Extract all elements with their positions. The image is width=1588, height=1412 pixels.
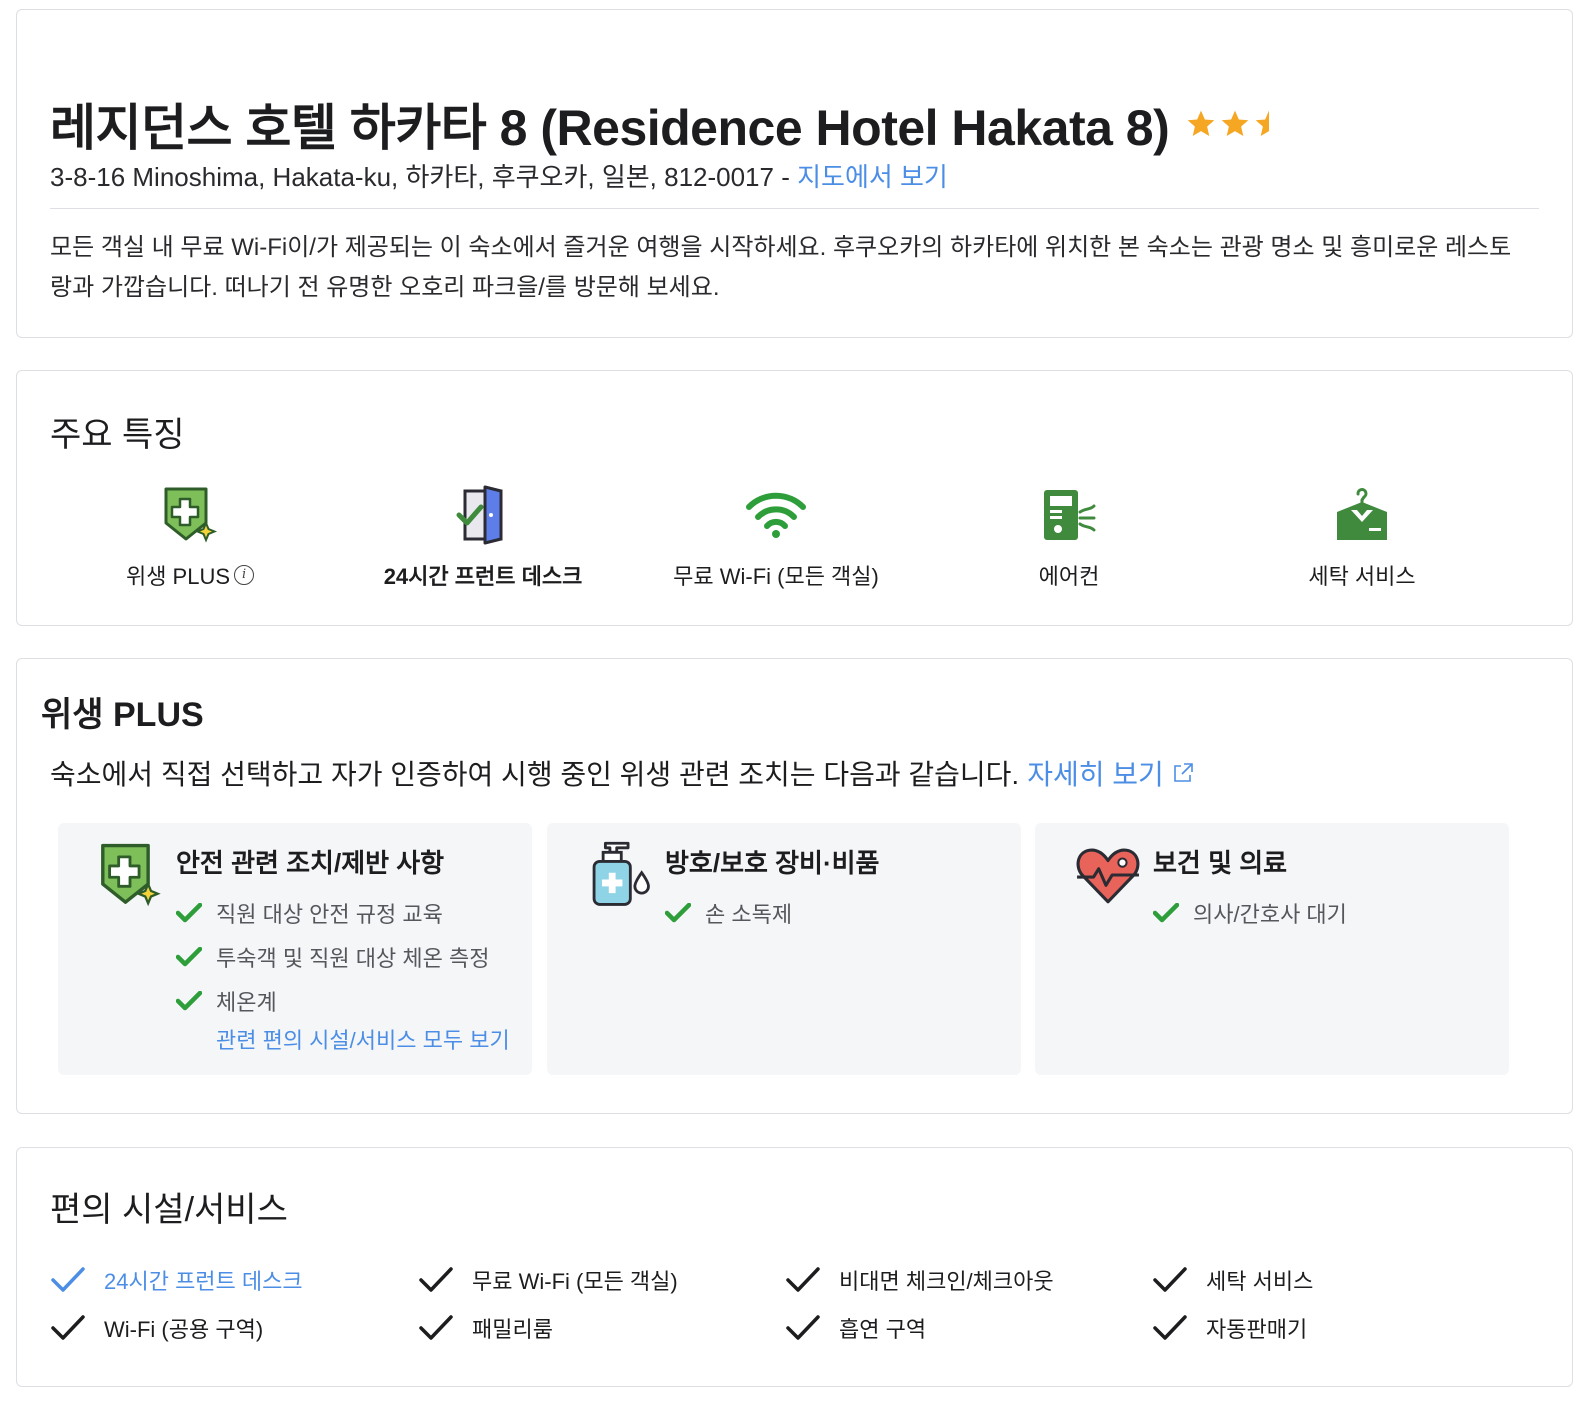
check-icon — [1153, 1267, 1187, 1292]
check-icon — [665, 903, 691, 923]
panel-list: 직원 대상 안전 규정 교육 투숙객 및 직원 대상 체온 측정 체온계 — [176, 891, 489, 1023]
hygiene-panel-safety: 안전 관련 조치/제반 사항 직원 대상 안전 규정 교육 투숙객 및 직원 대… — [58, 823, 532, 1075]
feature-label: 세탁 서비스 — [1308, 564, 1416, 589]
external-link-icon — [1173, 763, 1193, 782]
star-icon — [1187, 110, 1215, 136]
air-conditioner-icon — [1044, 490, 1096, 540]
feature-label: 무료 Wi-Fi (모든 객실) — [673, 564, 879, 589]
facility-item: 비대면 체크인/체크아웃 — [785, 1260, 1054, 1300]
hygiene-plus-card: 위생 PLUS 숙소에서 직접 선택하고 자가 인증하여 시행 중인 위생 관련… — [16, 658, 1573, 1114]
facility-item: 무료 Wi-Fi (모든 객실) — [418, 1260, 678, 1300]
panel-title: 방호/보호 장비·비품 — [665, 848, 880, 878]
facility-label: 무료 Wi-Fi (모든 객실) — [472, 1269, 678, 1294]
feature-label: 24시간 프런트 데스크 — [383, 564, 583, 589]
check-icon — [51, 1267, 85, 1292]
view-on-map-link[interactable]: 지도에서 보기 — [797, 162, 948, 192]
hygiene-shield-icon — [164, 487, 218, 543]
check-icon — [176, 903, 202, 923]
info-icon[interactable]: i — [234, 565, 255, 585]
feature-air-conditioner: 에어컨 — [949, 483, 1189, 591]
hygiene-shield-icon — [101, 843, 161, 907]
feature-label: 에어컨 — [1038, 564, 1100, 589]
facility-label: 흡연 구역 — [839, 1317, 927, 1342]
facilities-title: 편의 시설/서비스 — [50, 1191, 288, 1229]
learn-more-label: 자세히 보기 — [1027, 759, 1164, 790]
facility-item: 자동판매기 — [1152, 1308, 1307, 1348]
check-icon — [1153, 903, 1179, 923]
list-item: 의사/간호사 대기 — [1153, 891, 1347, 935]
hygiene-subtitle: 숙소에서 직접 선택하고 자가 인증하여 시행 중인 위생 관련 조치는 다음과… — [50, 753, 1194, 793]
feature-label: 위생 PLUS — [125, 564, 231, 589]
facility-label: 비대면 체크인/체크아웃 — [839, 1269, 1054, 1294]
list-item: 직원 대상 안전 규정 교육 — [176, 891, 489, 935]
feature-front-desk: 24시간 프런트 데스크 — [363, 483, 603, 591]
list-item-label: 체온계 — [216, 990, 277, 1015]
facility-label: 세탁 서비스 — [1206, 1269, 1314, 1294]
hotel-address: 3-8-16 Minoshima, Hakata-ku, 하카타, 후쿠오카, … — [50, 157, 948, 194]
panel-list: 손 소독제 — [665, 891, 792, 935]
hotel-title: 레지던스 호텔 하카타 8 (Residence Hotel Hakata 8) — [50, 88, 1285, 160]
facility-item: Wi-Fi (공용 구역) — [50, 1308, 263, 1348]
facility-label: 24시간 프런트 데스크 — [104, 1269, 303, 1294]
hygiene-plus-title: 위생 PLUS — [41, 696, 204, 734]
list-item: 투숙객 및 직원 대상 체온 측정 — [176, 935, 489, 979]
check-icon — [176, 991, 202, 1011]
facility-label: 패밀리룸 — [472, 1317, 553, 1342]
feature-wifi: 무료 Wi-Fi (모든 객실) — [656, 483, 896, 591]
feature-hygiene-plus: 위생 PLUS i — [70, 483, 310, 591]
check-icon — [419, 1267, 453, 1292]
check-icon — [1153, 1315, 1187, 1340]
check-icon — [786, 1315, 820, 1340]
list-item-label: 직원 대상 안전 규정 교육 — [216, 902, 443, 927]
star-icon — [1221, 110, 1249, 136]
feature-laundry: 세탁 서비스 — [1242, 483, 1482, 591]
list-item: 손 소독제 — [665, 891, 792, 935]
facility-item: 24시간 프런트 데스크 — [50, 1260, 303, 1300]
heart-pulse-icon — [1076, 848, 1140, 904]
front-desk-door-icon — [456, 485, 503, 545]
hotel-header-card: 레지던스 호텔 하카타 8 (Residence Hotel Hakata 8)… — [16, 9, 1573, 338]
list-item-label: 투숙객 및 직원 대상 체온 측정 — [216, 946, 490, 971]
check-icon — [419, 1315, 453, 1340]
panel-title: 보건 및 의료 — [1153, 848, 1288, 878]
check-icon — [786, 1267, 820, 1292]
facility-item: 패밀리룸 — [418, 1308, 553, 1348]
check-icon — [51, 1315, 85, 1340]
divider — [50, 208, 1539, 209]
key-features-card: 주요 특징 위생 PLUS i 24시간 프런트 데스크 무료 Wi-Fi (모… — [16, 370, 1573, 626]
facility-item: 흡연 구역 — [785, 1308, 926, 1348]
see-all-related-link[interactable]: 관련 편의 시설/서비스 모두 보기 — [216, 1023, 510, 1055]
check-icon — [176, 947, 202, 967]
hotel-description: 모든 객실 내 무료 Wi-Fi이/가 제공되는 이 숙소에서 즐거운 여행을 … — [50, 234, 1512, 301]
hygiene-panel-protective: 방호/보호 장비·비품 손 소독제 — [547, 823, 1021, 1075]
half-star-icon — [1255, 110, 1270, 136]
hygiene-subtitle-text: 숙소에서 직접 선택하고 자가 인증하여 시행 중인 위생 관련 조치는 다음과… — [50, 759, 1020, 790]
wifi-icon — [746, 492, 806, 538]
list-item-label: 손 소독제 — [705, 902, 793, 927]
facility-label: 자동판매기 — [1206, 1317, 1308, 1342]
facility-item: 세탁 서비스 — [1152, 1260, 1313, 1300]
sanitizer-bottle-icon — [592, 841, 650, 906]
key-features-title: 주요 특징 — [50, 416, 185, 454]
learn-more-link[interactable]: 자세히 보기 — [1027, 753, 1194, 793]
list-item-label: 의사/간호사 대기 — [1193, 902, 1347, 927]
facility-label: Wi-Fi (공용 구역) — [104, 1317, 264, 1342]
star-rating — [1185, 108, 1285, 140]
hotel-name: 레지던스 호텔 하카타 8 (Residence Hotel Hakata 8) — [50, 100, 1170, 156]
facilities-card: 편의 시설/서비스 24시간 프런트 데스크 무료 Wi-Fi (모든 객실) … — [16, 1147, 1573, 1387]
panel-title: 안전 관련 조치/제반 사항 — [176, 848, 445, 878]
laundry-hanger-icon — [1337, 488, 1387, 540]
hygiene-panel-health: 보건 및 의료 의사/간호사 대기 — [1035, 823, 1509, 1075]
list-item: 체온계 — [176, 979, 489, 1023]
panel-list: 의사/간호사 대기 — [1153, 891, 1347, 935]
address-text: 3-8-16 Minoshima, Hakata-ku, 하카타, 후쿠오카, … — [50, 162, 790, 192]
